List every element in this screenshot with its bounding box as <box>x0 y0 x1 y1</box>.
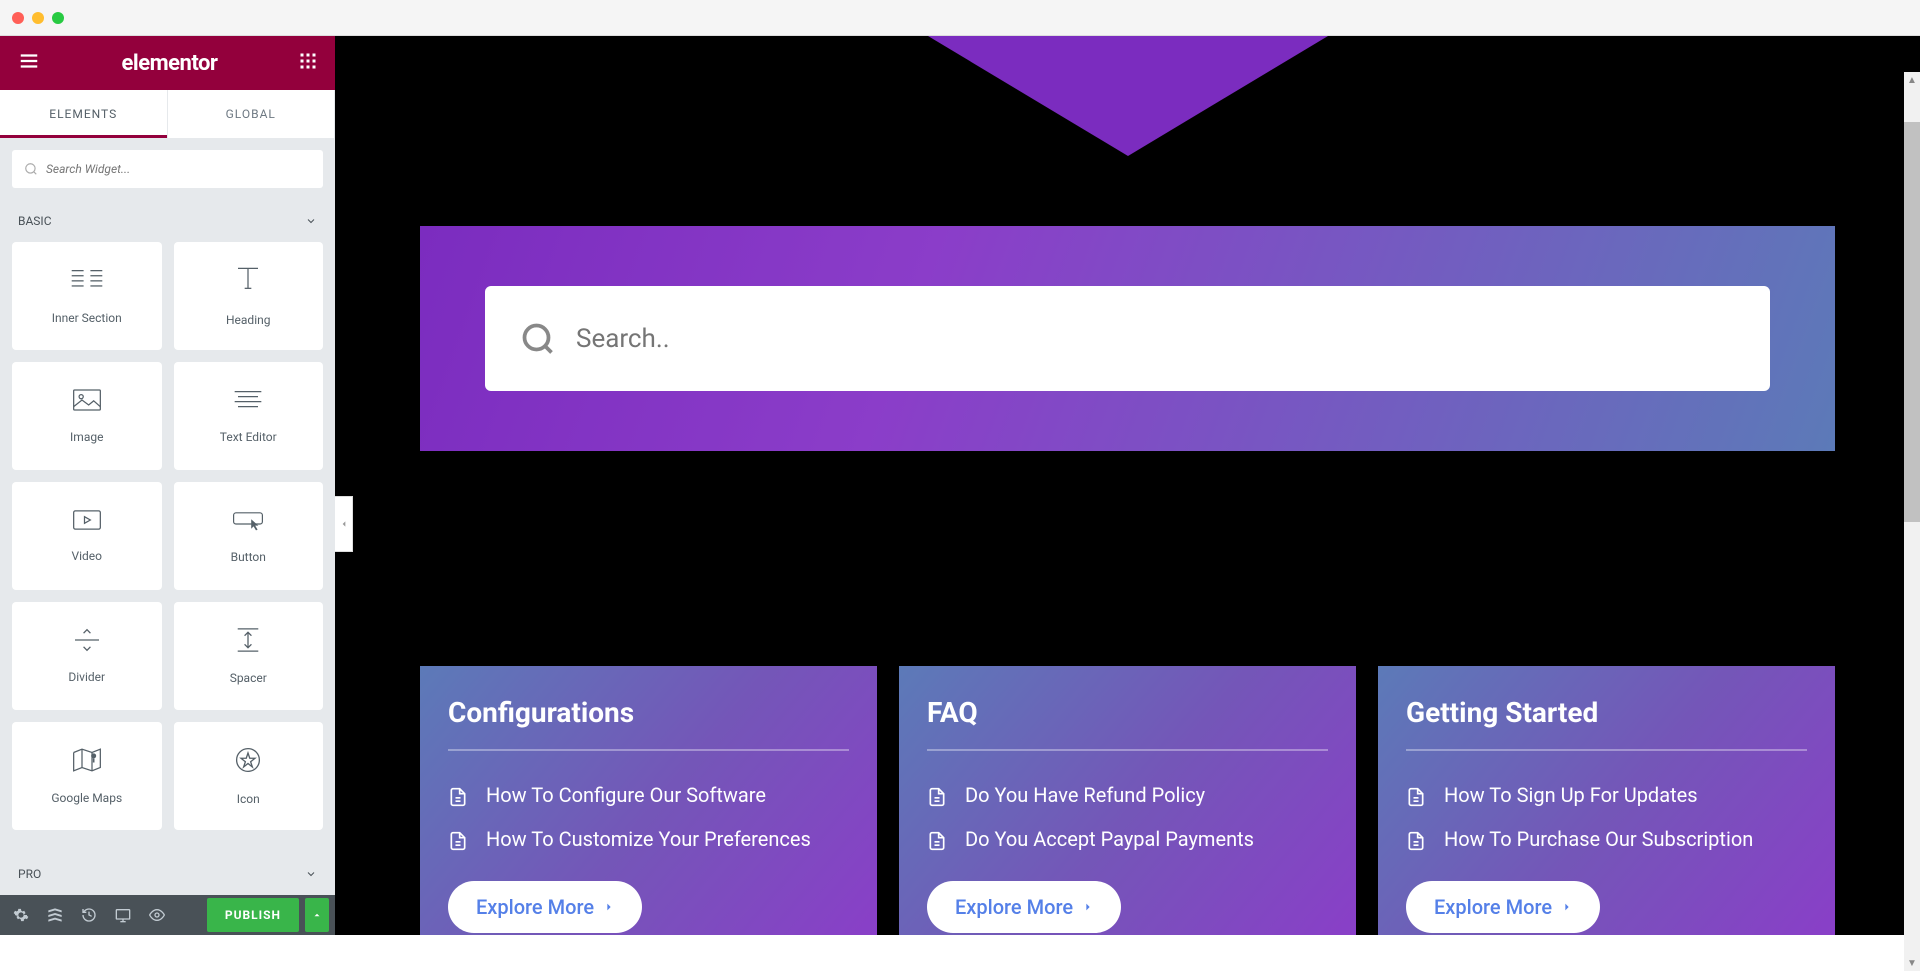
cta-label: Explore More <box>476 895 594 919</box>
widget-icon[interactable]: Icon <box>174 722 324 830</box>
card-item-text: How To Configure Our Software <box>486 783 766 807</box>
tab-elements[interactable]: ELEMENTS <box>0 90 168 138</box>
widget-label: Video <box>71 549 102 563</box>
widget-label: Icon <box>237 792 260 806</box>
apps-grid-icon[interactable] <box>299 52 317 74</box>
editor-sidebar: elementor ELEMENTS GLOBAL BASIC Inner Se… <box>0 36 335 935</box>
document-icon <box>927 831 947 851</box>
close-window-button[interactable] <box>12 12 24 24</box>
widget-label: Image <box>70 430 103 444</box>
chevron-down-icon <box>305 868 317 880</box>
card-item[interactable]: How To Sign Up For Updates <box>1406 783 1807 807</box>
explore-more-button[interactable]: Explore More <box>1406 881 1600 933</box>
document-icon <box>1406 831 1426 851</box>
widget-video[interactable]: Video <box>12 482 162 590</box>
document-icon <box>1406 787 1426 807</box>
explore-more-button[interactable]: Explore More <box>448 881 642 933</box>
maximize-window-button[interactable] <box>52 12 64 24</box>
widget-label: Heading <box>226 313 271 327</box>
canvas-scrollbar[interactable]: ▲ ▼ <box>1904 72 1920 971</box>
card-title: Configurations <box>448 696 849 751</box>
card-item[interactable]: How To Configure Our Software <box>448 783 849 807</box>
cta-label: Explore More <box>955 895 1073 919</box>
chevron-down-icon <box>305 215 317 227</box>
category-basic[interactable]: BASIC <box>0 200 335 242</box>
document-icon <box>448 787 468 807</box>
card-item-text: Do You Have Refund Policy <box>965 783 1205 807</box>
publish-button[interactable]: PUBLISH <box>207 898 299 932</box>
hero-search-input[interactable] <box>576 324 1735 354</box>
hero-search-box[interactable] <box>485 286 1770 391</box>
settings-icon[interactable] <box>6 900 36 930</box>
card-item-text: Do You Accept Paypal Payments <box>965 827 1254 851</box>
chevron-right-icon <box>1562 900 1572 914</box>
widgets-grid: Inner Section Heading Image Text Editor … <box>0 242 335 830</box>
editor-canvas: Configurations How To Configure Our Soft… <box>335 36 1920 935</box>
widget-label: Text Editor <box>220 430 277 444</box>
search-icon <box>520 321 556 357</box>
widget-image[interactable]: Image <box>12 362 162 470</box>
card-configurations: Configurations How To Configure Our Soft… <box>420 666 877 935</box>
responsive-icon[interactable] <box>108 900 138 930</box>
card-title: Getting Started <box>1406 696 1807 751</box>
card-item[interactable]: How To Customize Your Preferences <box>448 827 849 851</box>
card-getting-started: Getting Started How To Sign Up For Updat… <box>1378 666 1835 935</box>
explore-more-button[interactable]: Explore More <box>927 881 1121 933</box>
widget-label: Google Maps <box>51 791 122 805</box>
widget-inner-section[interactable]: Inner Section <box>12 242 162 350</box>
scroll-down-arrow[interactable]: ▼ <box>1904 955 1920 971</box>
sidebar-header: elementor <box>0 36 335 90</box>
tab-global[interactable]: GLOBAL <box>168 90 336 138</box>
card-item[interactable]: Do You Have Refund Policy <box>927 783 1328 807</box>
knowledge-cards-row: Configurations How To Configure Our Soft… <box>420 666 1835 935</box>
card-item-text: How To Purchase Our Subscription <box>1444 827 1753 851</box>
decorative-triangle <box>928 36 1328 156</box>
brand-logo: elementor <box>122 51 218 76</box>
page-hero-section: Configurations How To Configure Our Soft… <box>335 36 1920 935</box>
hamburger-menu-icon[interactable] <box>18 50 40 76</box>
card-item[interactable]: Do You Accept Paypal Payments <box>927 827 1328 851</box>
history-icon[interactable] <box>74 900 104 930</box>
scroll-up-arrow[interactable]: ▲ <box>1904 72 1920 88</box>
widget-button[interactable]: Button <box>174 482 324 590</box>
collapse-sidebar-handle[interactable] <box>335 496 353 552</box>
widget-label: Inner Section <box>52 311 122 325</box>
document-icon <box>448 831 468 851</box>
window-titlebar <box>0 0 1920 36</box>
card-item-text: How To Sign Up For Updates <box>1444 783 1698 807</box>
publish-options-caret[interactable] <box>305 898 329 932</box>
card-faq: FAQ Do You Have Refund Policy Do You Acc… <box>899 666 1356 935</box>
card-item[interactable]: How To Purchase Our Subscription <box>1406 827 1807 851</box>
category-label: BASIC <box>18 214 52 228</box>
sidebar-tabs: ELEMENTS GLOBAL <box>0 90 335 138</box>
category-pro[interactable]: PRO <box>0 853 335 895</box>
widget-heading[interactable]: Heading <box>174 242 324 350</box>
widget-divider[interactable]: Divider <box>12 602 162 710</box>
scroll-thumb[interactable] <box>1904 122 1920 522</box>
search-icon <box>24 162 38 176</box>
chevron-right-icon <box>604 900 614 914</box>
widget-spacer[interactable]: Spacer <box>174 602 324 710</box>
widget-search-input[interactable] <box>46 162 311 176</box>
widget-search[interactable] <box>12 150 323 188</box>
minimize-window-button[interactable] <box>32 12 44 24</box>
card-title: FAQ <box>927 696 1328 751</box>
search-hero-banner <box>420 226 1835 451</box>
chevron-right-icon <box>1083 900 1093 914</box>
document-icon <box>927 787 947 807</box>
navigator-icon[interactable] <box>40 900 70 930</box>
widget-google-maps[interactable]: Google Maps <box>12 722 162 830</box>
card-item-text: How To Customize Your Preferences <box>486 827 811 851</box>
category-label: PRO <box>18 867 41 881</box>
widget-label: Spacer <box>230 671 267 685</box>
widget-text-editor[interactable]: Text Editor <box>174 362 324 470</box>
bottom-toolbar: PUBLISH <box>0 895 335 935</box>
preview-icon[interactable] <box>142 900 172 930</box>
widget-label: Button <box>231 550 266 564</box>
widget-label: Divider <box>68 670 105 684</box>
cta-label: Explore More <box>1434 895 1552 919</box>
